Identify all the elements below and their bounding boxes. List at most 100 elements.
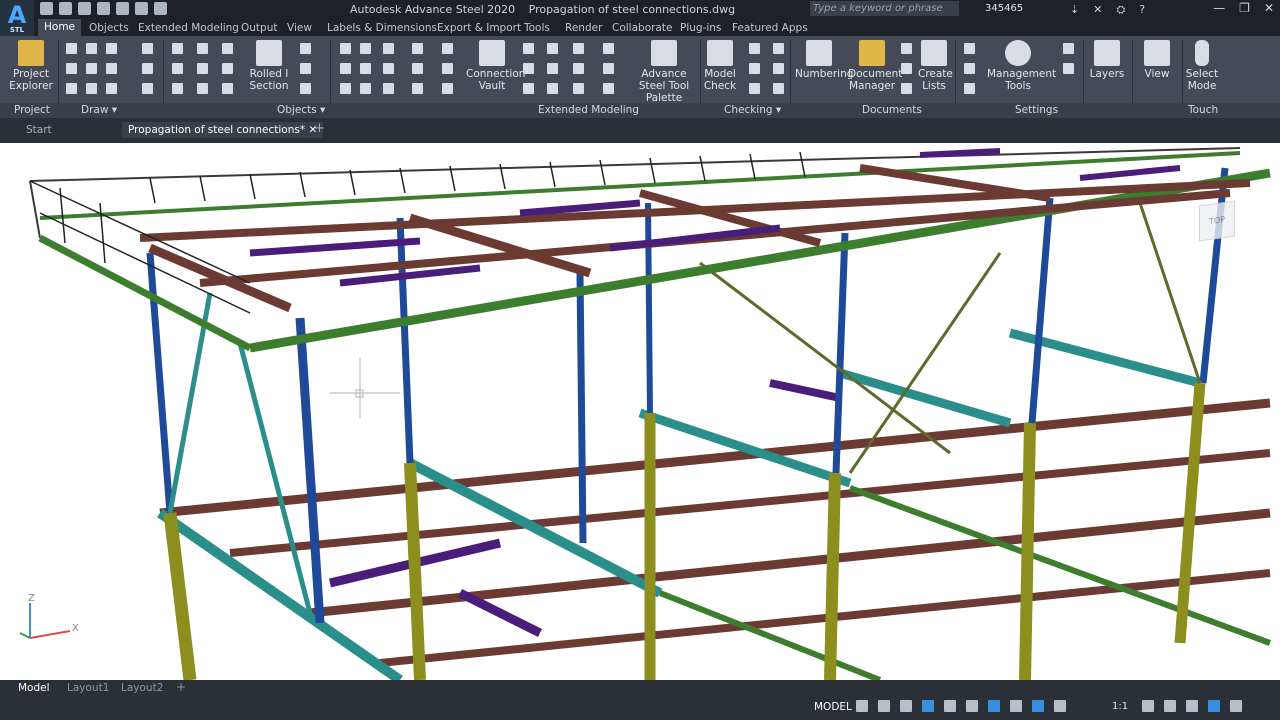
undo-icon[interactable] (135, 2, 148, 15)
ucs-icon[interactable] (142, 63, 153, 74)
project-explorer-button[interactable]: Project Explorer (8, 40, 54, 92)
view-button[interactable]: View (1139, 40, 1175, 80)
drawing3-icon[interactable] (901, 83, 912, 94)
column-icon[interactable] (222, 43, 233, 54)
search-input[interactable]: Type a keyword or phrase (810, 1, 959, 16)
restore-icon[interactable]: ❐ (1239, 1, 1250, 15)
check4-icon[interactable] (773, 83, 784, 94)
joint-k-icon[interactable] (573, 83, 584, 94)
settings-e-icon[interactable] (1063, 63, 1074, 74)
lineweight-icon[interactable] (1010, 700, 1022, 712)
annotation-scale[interactable]: 1:1 (1112, 701, 1128, 712)
exchange-icon[interactable]: ✕ (1093, 3, 1102, 17)
settings-a-icon[interactable] (964, 43, 975, 54)
tab-active-document[interactable]: Propagation of steel connections* ✕ (122, 122, 324, 138)
joint-c-icon[interactable] (573, 43, 584, 54)
tab-collaborate[interactable]: Collaborate (612, 22, 672, 34)
tab-layout1[interactable]: Layout1 (67, 682, 109, 694)
joint-f-icon[interactable] (547, 63, 558, 74)
panel-touch[interactable]: Touch (1188, 104, 1218, 116)
grid-display-icon[interactable] (856, 700, 868, 712)
osnap-icon[interactable] (988, 700, 1000, 712)
tab-view[interactable]: View (287, 22, 312, 34)
model-space-toggle[interactable]: MODEL (814, 701, 852, 713)
settings-c-icon[interactable] (964, 83, 975, 94)
cut-icon[interactable] (442, 43, 453, 54)
anchor-icon[interactable] (222, 83, 233, 94)
rectangle-icon[interactable] (66, 83, 77, 94)
joint2-icon[interactable] (360, 43, 371, 54)
joint-d-icon[interactable] (603, 43, 614, 54)
redo-icon[interactable] (154, 2, 167, 15)
customize-icon[interactable] (1230, 700, 1242, 712)
minimize-icon[interactable]: — (1213, 1, 1225, 15)
plate-joint-icon[interactable] (340, 63, 351, 74)
create-lists-button[interactable]: Create Lists (918, 40, 953, 92)
joint-l-icon[interactable] (603, 83, 614, 94)
folded-plate-icon[interactable] (222, 63, 233, 74)
open-icon[interactable] (59, 2, 72, 15)
brace2-icon[interactable] (360, 83, 371, 94)
osnap-tracking-icon[interactable] (966, 700, 978, 712)
panel-checking[interactable]: Checking ▾ (724, 104, 781, 116)
cope-icon[interactable] (442, 63, 453, 74)
check3-icon[interactable] (749, 83, 760, 94)
stiffener-icon[interactable] (412, 63, 423, 74)
model-check-button[interactable]: Model Check (702, 40, 738, 92)
panel-project[interactable]: Project (14, 104, 50, 116)
tab-tools[interactable]: Tools (524, 22, 550, 34)
tab-plug-ins[interactable]: Plug-ins (680, 22, 721, 34)
joint-a-icon[interactable] (523, 43, 534, 54)
model-viewport[interactable]: Z X TOP (0, 143, 1280, 680)
print-icon[interactable] (116, 2, 129, 15)
xline-icon[interactable] (86, 63, 97, 74)
polybeam-icon[interactable] (197, 63, 208, 74)
grid-icon[interactable] (142, 43, 153, 54)
isolate-icon[interactable] (1186, 700, 1198, 712)
tab-export-import[interactable]: Export & Import (437, 22, 521, 34)
shorten-icon[interactable] (442, 83, 453, 94)
save-as-icon[interactable] (97, 2, 110, 15)
joint-icon[interactable] (340, 43, 351, 54)
snap-mode-icon[interactable] (878, 700, 890, 712)
document-manager-button[interactable]: Document Manager (848, 40, 902, 92)
tab-featured-apps[interactable]: Featured Apps (732, 22, 808, 34)
tab-layout2[interactable]: Layout2 (121, 682, 163, 694)
plate-joint2-icon[interactable] (360, 63, 371, 74)
drawing2-icon[interactable] (901, 63, 912, 74)
plate-joint3-icon[interactable] (383, 63, 394, 74)
tab-start[interactable]: Start (26, 124, 52, 136)
plate-icon[interactable] (197, 43, 208, 54)
beam-icon[interactable] (172, 43, 183, 54)
panel-objects[interactable]: Objects ▾ (277, 104, 325, 116)
new-icon[interactable] (40, 2, 53, 15)
polyline-icon[interactable] (66, 43, 77, 54)
audit-icon[interactable] (773, 43, 784, 54)
tool-palette-button[interactable]: Advance Steel Tool Palette (633, 40, 695, 104)
add-layout-icon[interactable]: + (176, 680, 186, 694)
settings-b-icon[interactable] (964, 63, 975, 74)
new-tab-icon[interactable]: + (314, 121, 325, 136)
cage-ladder-icon[interactable] (300, 83, 311, 94)
isodraft-icon[interactable] (944, 700, 956, 712)
tab-output[interactable]: Output (241, 22, 277, 34)
app-menu-button[interactable]: A STL (0, 0, 34, 36)
bolt-icon[interactable] (172, 83, 183, 94)
clash-icon[interactable] (749, 43, 760, 54)
settings-d-icon[interactable] (1063, 43, 1074, 54)
tab-objects[interactable]: Objects (89, 22, 129, 34)
check-icon[interactable] (749, 63, 760, 74)
line-icon[interactable] (86, 43, 97, 54)
tab-model[interactable]: Model (18, 682, 50, 694)
brace3-icon[interactable] (383, 83, 394, 94)
cart-icon[interactable]: ⇣ (1070, 3, 1079, 17)
circle-icon[interactable] (106, 63, 117, 74)
stair-icon[interactable] (300, 43, 311, 54)
joint3-icon[interactable] (383, 43, 394, 54)
tab-extended-modeling[interactable]: Extended Modeling (138, 22, 239, 34)
joint-b-icon[interactable] (547, 43, 558, 54)
annotation-visibility-icon[interactable] (1032, 700, 1044, 712)
ellipse-icon[interactable] (106, 83, 117, 94)
hatch-icon[interactable] (142, 83, 153, 94)
panel-draw[interactable]: Draw ▾ (81, 104, 117, 116)
